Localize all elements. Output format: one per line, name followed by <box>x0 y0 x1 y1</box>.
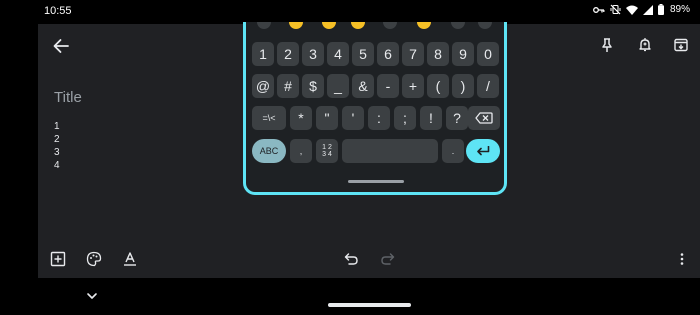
emoji-icon[interactable] <box>351 22 365 29</box>
text-format-icon[interactable] <box>122 251 138 267</box>
key-1[interactable]: 1 <box>252 42 274 66</box>
space-key[interactable] <box>342 139 438 163</box>
keyboard-drag-handle[interactable] <box>348 180 404 183</box>
key-open-paren[interactable]: ( <box>427 74 449 98</box>
key-dollar[interactable]: $ <box>302 74 324 98</box>
enter-icon <box>477 146 490 156</box>
key-9[interactable]: 9 <box>452 42 474 66</box>
numpad-label-top: 1 2 <box>322 144 332 151</box>
key-0[interactable]: 0 <box>477 42 499 66</box>
note-line: 3 <box>54 147 60 158</box>
backspace-key[interactable] <box>468 106 500 130</box>
emoji-icon[interactable] <box>478 22 492 29</box>
battery-percent: 89% <box>669 4 690 15</box>
pin-icon[interactable] <box>599 37 615 53</box>
note-title-field[interactable]: Title <box>54 89 82 106</box>
abc-key[interactable]: ABC <box>252 139 286 163</box>
emoji-suggestion-row <box>246 22 504 33</box>
key-semicolon[interactable]: ; <box>394 106 416 130</box>
archive-icon[interactable] <box>673 37 689 53</box>
key-more-symbols[interactable]: =\< <box>252 106 286 130</box>
emoji-icon[interactable] <box>383 22 397 29</box>
key-7[interactable]: 7 <box>402 42 424 66</box>
key-4[interactable]: 4 <box>327 42 349 66</box>
vibrate-off-icon <box>610 4 621 15</box>
key-question[interactable]: ? <box>446 106 468 130</box>
key-6[interactable]: 6 <box>377 42 399 66</box>
status-bar: 10:55 89% <box>0 0 700 24</box>
key-icon <box>593 6 605 13</box>
key-underscore[interactable]: _ <box>327 74 349 98</box>
symbol-keyboard: 1 2 3 4 5 6 7 8 9 0 @ # $ _ & - + ( ) / … <box>243 22 507 195</box>
key-colon[interactable]: : <box>368 106 390 130</box>
undo-icon[interactable] <box>343 251 359 267</box>
key-5[interactable]: 5 <box>352 42 374 66</box>
key-at[interactable]: @ <box>252 74 274 98</box>
more-vert-icon[interactable] <box>674 251 690 267</box>
note-body-field[interactable]: 1 2 3 4 <box>54 120 60 172</box>
emoji-icon[interactable] <box>289 22 303 29</box>
enter-key[interactable] <box>466 139 500 163</box>
arrow-back-icon[interactable] <box>52 38 70 54</box>
home-indicator[interactable] <box>328 303 411 307</box>
backspace-icon <box>475 112 493 124</box>
key-close-paren[interactable]: ) <box>452 74 474 98</box>
clock: 10:55 <box>44 5 72 17</box>
note-line: 1 <box>54 121 60 132</box>
key-2[interactable]: 2 <box>277 42 299 66</box>
note-line: 2 <box>54 134 60 145</box>
numpad-key[interactable]: 1 2 3 4 <box>316 139 338 163</box>
signal-icon <box>642 4 653 15</box>
emoji-icon[interactable] <box>417 22 431 29</box>
key-comma[interactable]: , <box>290 139 312 163</box>
wifi-icon <box>625 5 638 15</box>
chevron-down-icon[interactable] <box>86 291 98 301</box>
key-double-quote[interactable]: " <box>316 106 338 130</box>
key-single-quote[interactable]: ' <box>342 106 364 130</box>
key-minus[interactable]: - <box>377 74 399 98</box>
palette-icon[interactable] <box>86 251 102 267</box>
numpad-label-bottom: 3 4 <box>322 151 332 158</box>
redo-icon[interactable] <box>380 251 396 267</box>
key-period[interactable]: . <box>442 139 464 163</box>
reminder-icon[interactable] <box>637 37 653 53</box>
key-slash[interactable]: / <box>477 74 499 98</box>
key-asterisk[interactable]: * <box>290 106 312 130</box>
note-line: 4 <box>54 160 60 171</box>
key-3[interactable]: 3 <box>302 42 324 66</box>
add-box-icon[interactable] <box>50 251 66 267</box>
emoji-icon[interactable] <box>322 22 336 29</box>
emoji-icon[interactable] <box>257 22 271 29</box>
key-hash[interactable]: # <box>277 74 299 98</box>
battery-icon <box>657 4 664 15</box>
navigation-bar <box>0 278 700 315</box>
key-8[interactable]: 8 <box>427 42 449 66</box>
key-plus[interactable]: + <box>402 74 424 98</box>
key-ampersand[interactable]: & <box>352 74 374 98</box>
emoji-icon[interactable] <box>451 22 465 29</box>
status-icons: 89% <box>593 4 690 15</box>
key-exclamation[interactable]: ! <box>420 106 442 130</box>
